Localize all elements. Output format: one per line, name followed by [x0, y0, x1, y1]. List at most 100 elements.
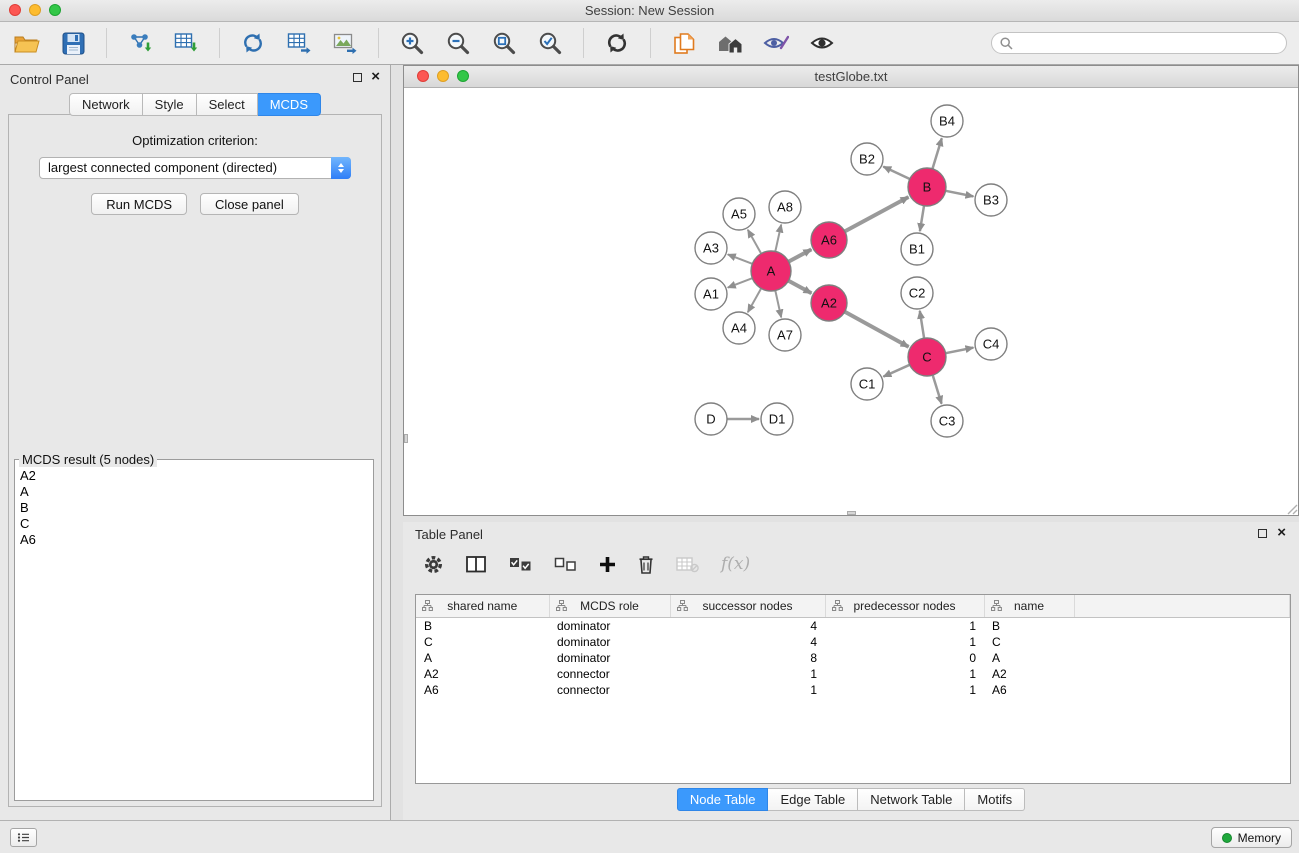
style-eye-button[interactable] — [759, 26, 793, 60]
float-panel-icon[interactable] — [353, 73, 362, 82]
node-C2[interactable]: C2 — [901, 277, 933, 309]
edge-A6-B[interactable] — [845, 197, 909, 231]
close-window-button[interactable] — [9, 4, 21, 16]
zoom-out-button[interactable] — [441, 26, 475, 60]
network-window-titlebar[interactable]: testGlobe.txt — [404, 66, 1298, 88]
run-mcds-button[interactable]: Run MCDS — [91, 193, 187, 215]
table-cell[interactable]: 0 — [825, 650, 984, 666]
node-D[interactable]: D — [695, 403, 727, 435]
edge-C-C1[interactable] — [883, 365, 909, 377]
zoom-selected-button[interactable] — [533, 26, 567, 60]
node-B[interactable]: B — [908, 168, 946, 206]
close-panel-button[interactable]: Close panel — [200, 193, 299, 215]
edge-A-A8[interactable] — [775, 225, 781, 252]
tab-network-table[interactable]: Network Table — [858, 788, 965, 811]
table-cell[interactable]: 1 — [825, 682, 984, 698]
memory-button[interactable]: Memory — [1211, 827, 1292, 848]
node-A7[interactable]: A7 — [769, 319, 801, 351]
deselect-all-button[interactable] — [554, 557, 577, 572]
tab-network[interactable]: Network — [69, 93, 143, 116]
tab-motifs[interactable]: Motifs — [965, 788, 1025, 811]
table-cell[interactable]: A6 — [416, 682, 549, 698]
node-A[interactable]: A — [751, 251, 791, 291]
edge-A-A3[interactable] — [728, 254, 753, 263]
table-cell[interactable]: A6 — [984, 682, 1074, 698]
table-cell[interactable]: 1 — [825, 666, 984, 682]
table-cell[interactable]: connector — [549, 682, 670, 698]
table-cell[interactable]: A — [984, 650, 1074, 666]
delete-column-button[interactable] — [638, 555, 654, 574]
node-A3[interactable]: A3 — [695, 232, 727, 264]
table-row[interactable]: Bdominator41B — [416, 618, 1290, 635]
resize-grip-icon[interactable] — [1285, 502, 1298, 515]
node-A2[interactable]: A2 — [811, 285, 847, 321]
table-cell[interactable]: 1 — [825, 634, 984, 650]
select-all-button[interactable] — [509, 557, 532, 572]
column-header-predecessor-nodes[interactable]: predecessor nodes — [825, 595, 984, 618]
node-A8[interactable]: A8 — [769, 191, 801, 223]
node-B3[interactable]: B3 — [975, 184, 1007, 216]
table-cell[interactable]: connector — [549, 666, 670, 682]
table-cell[interactable]: B — [416, 618, 549, 635]
mcds-result-item[interactable]: C — [20, 516, 373, 532]
node-B4[interactable]: B4 — [931, 105, 963, 137]
mcds-result-item[interactable]: B — [20, 500, 373, 516]
mcds-result-item[interactable]: A6 — [20, 532, 373, 548]
node-A1[interactable]: A1 — [695, 278, 727, 310]
maximize-network-window-button[interactable] — [457, 70, 469, 82]
export-image-button[interactable] — [328, 26, 362, 60]
table-cell[interactable]: 4 — [670, 618, 825, 635]
node-C3[interactable]: C3 — [931, 405, 963, 437]
edge-B-B2[interactable] — [883, 167, 910, 179]
search-box[interactable] — [991, 32, 1287, 54]
table-row[interactable]: Adominator80A — [416, 650, 1290, 666]
edge-C-C4[interactable] — [946, 348, 974, 354]
table-cell[interactable]: C — [984, 634, 1074, 650]
fullscreen-window-button[interactable] — [49, 4, 61, 16]
node-A4[interactable]: A4 — [723, 312, 755, 344]
edge-A-A2[interactable] — [789, 281, 812, 294]
table-row[interactable]: A2connector11A2 — [416, 666, 1290, 682]
show-columns-button[interactable] — [466, 556, 487, 573]
table-cell[interactable]: 1 — [670, 682, 825, 698]
table-cell[interactable]: A2 — [416, 666, 549, 682]
table-row[interactable]: A6connector11A6 — [416, 682, 1290, 698]
tab-node-table[interactable]: Node Table — [677, 788, 769, 811]
table-cell[interactable]: 4 — [670, 634, 825, 650]
node-B1[interactable]: B1 — [901, 233, 933, 265]
mcds-result-item[interactable]: A — [20, 484, 373, 500]
search-input[interactable] — [1018, 35, 1278, 51]
table-cell[interactable]: dominator — [549, 634, 670, 650]
tab-edge-table[interactable]: Edge Table — [768, 788, 858, 811]
table-cell[interactable]: 8 — [670, 650, 825, 666]
table-cell[interactable]: A2 — [984, 666, 1074, 682]
open-session-button[interactable] — [10, 26, 44, 60]
table-cell[interactable]: 1 — [825, 618, 984, 635]
zoom-in-button[interactable] — [395, 26, 429, 60]
scrollbar-nub[interactable] — [404, 434, 408, 443]
optimization-dropdown[interactable]: largest connected component (directed) — [39, 157, 351, 179]
edge-B-B1[interactable] — [920, 206, 924, 231]
column-header-name[interactable]: name — [984, 595, 1074, 618]
close-panel-icon[interactable]: × — [371, 68, 380, 86]
network-canvas[interactable]: B4B2BB3A5A8A6A3B1AA1C2A4A7A2C4CC1C3DD1 — [404, 88, 1298, 515]
edge-B-B4[interactable] — [933, 138, 942, 169]
scrollbar-nub[interactable] — [847, 511, 856, 515]
edge-A-A4[interactable] — [748, 288, 761, 312]
edge-A-A7[interactable] — [775, 291, 781, 318]
import-table-from-file-button[interactable] — [169, 26, 203, 60]
table-cell[interactable]: A — [416, 650, 549, 666]
minimize-network-window-button[interactable] — [437, 70, 449, 82]
zoom-fit-content-button[interactable] — [487, 26, 521, 60]
edge-A-A1[interactable] — [728, 278, 753, 287]
table-cell[interactable]: dominator — [549, 650, 670, 666]
clone-network-button[interactable] — [667, 26, 701, 60]
tab-mcds[interactable]: MCDS — [258, 93, 321, 116]
node-B2[interactable]: B2 — [851, 143, 883, 175]
save-session-button[interactable] — [56, 26, 90, 60]
add-column-button[interactable] — [599, 556, 616, 573]
node-D1[interactable]: D1 — [761, 403, 793, 435]
float-table-panel-icon[interactable] — [1258, 529, 1267, 538]
table-cell[interactable]: B — [984, 618, 1074, 635]
show-hide-panels-button[interactable] — [805, 26, 839, 60]
